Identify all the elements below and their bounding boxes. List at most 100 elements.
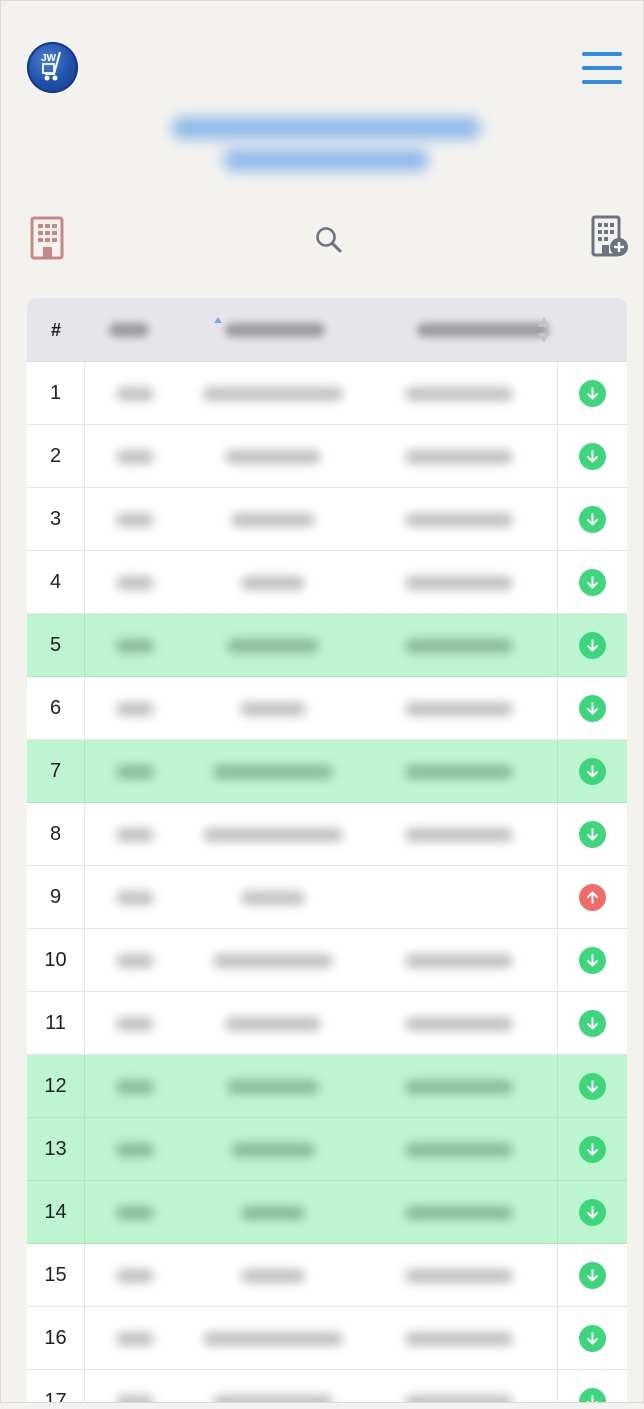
arrow-down-icon[interactable] — [579, 1010, 606, 1037]
row-code-blur — [116, 1142, 154, 1157]
row-name — [185, 614, 361, 677]
app-frame: JW # 1 2 3 4 5 6 7 8 9 10 11 12 13 14 15… — [0, 0, 644, 1403]
row-action-cell — [557, 1118, 627, 1181]
row-name-blur — [231, 1142, 315, 1157]
arrow-down-icon[interactable] — [579, 569, 606, 596]
page-title — [141, 109, 511, 179]
column-header-returned[interactable] — [361, 298, 557, 362]
row-code — [85, 488, 185, 551]
hamburger-icon-bar — [582, 80, 622, 84]
table-row[interactable]: 10 — [27, 929, 627, 992]
row-returned-date — [361, 803, 557, 866]
row-number: 2 — [27, 425, 85, 488]
row-action-cell — [557, 425, 627, 488]
row-code-blur — [116, 764, 154, 779]
arrow-down-icon[interactable] — [579, 1325, 606, 1352]
row-code-blur — [116, 512, 154, 527]
row-code — [85, 551, 185, 614]
search-icon[interactable] — [314, 225, 344, 255]
arrow-down-icon[interactable] — [579, 1388, 606, 1402]
arrow-down-icon[interactable] — [579, 1262, 606, 1289]
table-row[interactable]: 5 — [27, 614, 627, 677]
row-number: 9 — [27, 866, 85, 929]
row-name — [185, 1307, 361, 1370]
row-name-blur — [227, 638, 319, 653]
row-code-blur — [116, 701, 154, 716]
column-header-code-blur — [109, 323, 149, 337]
row-number: 6 — [27, 677, 85, 740]
row-returned-date-blur — [405, 1079, 513, 1094]
table-row[interactable]: 17 — [27, 1370, 627, 1402]
jw-cart-logo-icon: JW — [41, 51, 61, 81]
row-number: 4 — [27, 551, 85, 614]
row-number: 8 — [27, 803, 85, 866]
row-action-cell — [557, 740, 627, 803]
arrow-down-icon[interactable] — [579, 443, 606, 470]
row-action-cell — [557, 614, 627, 677]
arrow-down-icon[interactable] — [579, 758, 606, 785]
column-header-number[interactable]: # — [27, 298, 85, 362]
table-row[interactable]: 2 — [27, 425, 627, 488]
arrow-down-icon[interactable] — [579, 380, 606, 407]
arrow-down-icon[interactable] — [579, 1073, 606, 1100]
table-row[interactable]: 16 — [27, 1307, 627, 1370]
row-action-cell — [557, 362, 627, 425]
row-number: 1 — [27, 362, 85, 425]
row-returned-date — [361, 1244, 557, 1307]
row-name-blur — [241, 1268, 305, 1283]
row-code-blur — [116, 953, 154, 968]
row-action-cell — [557, 803, 627, 866]
row-name — [185, 488, 361, 551]
row-name-blur — [203, 827, 343, 842]
row-code-blur — [116, 638, 154, 653]
arrow-down-icon[interactable] — [579, 821, 606, 848]
territories-table: # 1 2 3 4 5 6 7 8 9 10 11 12 13 14 15 16 17 — [27, 298, 627, 1402]
table-row[interactable]: 13 — [27, 1118, 627, 1181]
row-number: 5 — [27, 614, 85, 677]
building-icon[interactable] — [29, 216, 67, 260]
arrow-down-icon[interactable] — [579, 506, 606, 533]
row-name — [185, 1244, 361, 1307]
row-code — [85, 1181, 185, 1244]
table-row[interactable]: 3 — [27, 488, 627, 551]
building-add-icon[interactable] — [590, 215, 630, 259]
row-number: 10 — [27, 929, 85, 992]
hamburger-menu-button[interactable] — [582, 52, 622, 84]
column-header-name[interactable] — [185, 298, 361, 362]
row-action-cell — [557, 488, 627, 551]
row-code-blur — [116, 1331, 154, 1346]
table-row[interactable]: 7 — [27, 740, 627, 803]
row-returned-date — [361, 929, 557, 992]
arrow-up-icon[interactable] — [579, 884, 606, 911]
row-code-blur — [116, 449, 154, 464]
row-action-cell — [557, 1307, 627, 1370]
arrow-down-icon[interactable] — [579, 1136, 606, 1163]
row-number: 16 — [27, 1307, 85, 1370]
row-action-cell — [557, 1055, 627, 1118]
arrow-down-icon[interactable] — [579, 947, 606, 974]
row-returned-date-blur — [405, 953, 513, 968]
table-row[interactable]: 14 — [27, 1181, 627, 1244]
row-action-cell — [557, 551, 627, 614]
row-number: 17 — [27, 1370, 85, 1402]
table-row[interactable]: 8 — [27, 803, 627, 866]
row-code-blur — [116, 386, 154, 401]
table-row[interactable]: 12 — [27, 1055, 627, 1118]
table-row[interactable]: 4 — [27, 551, 627, 614]
app-logo[interactable]: JW — [27, 42, 78, 93]
table-row[interactable]: 9 — [27, 866, 627, 929]
column-header-code[interactable] — [85, 298, 222, 362]
row-name — [185, 551, 361, 614]
arrow-down-icon[interactable] — [579, 1199, 606, 1226]
table-row[interactable]: 1 — [27, 362, 627, 425]
table-row[interactable]: 11 — [27, 992, 627, 1055]
row-name — [185, 1370, 361, 1402]
row-returned-date-blur — [405, 764, 513, 779]
table-row[interactable]: 15 — [27, 1244, 627, 1307]
sort-toggle-icon[interactable] — [537, 315, 551, 345]
table-row[interactable]: 6 — [27, 677, 627, 740]
row-code-blur — [116, 1268, 154, 1283]
row-code — [85, 362, 185, 425]
arrow-down-icon[interactable] — [579, 695, 606, 722]
arrow-down-icon[interactable] — [579, 632, 606, 659]
